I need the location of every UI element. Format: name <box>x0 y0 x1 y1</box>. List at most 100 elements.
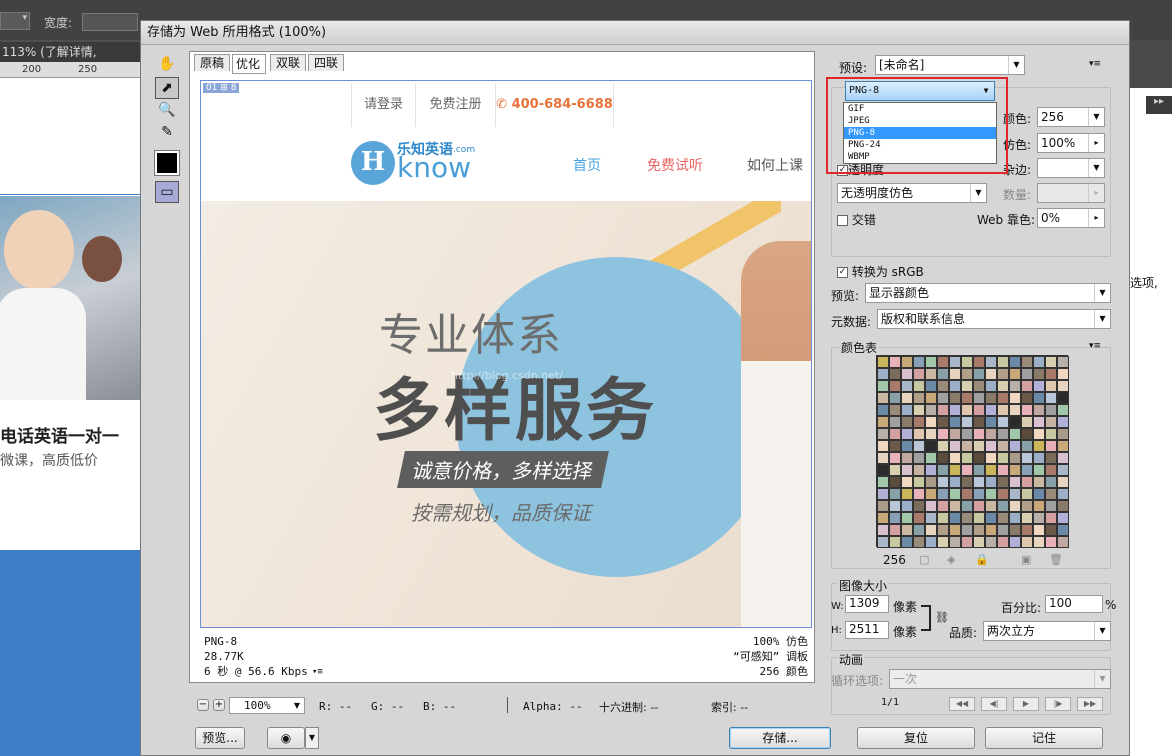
palette-swatch[interactable] <box>985 428 997 440</box>
palette-swatch[interactable] <box>961 464 973 476</box>
palette-swatch[interactable] <box>1057 380 1069 392</box>
palette-swatch[interactable] <box>913 500 925 512</box>
tab-4up[interactable]: 四联 <box>308 54 345 71</box>
palette-swatch[interactable] <box>1021 392 1033 404</box>
palette-swatch[interactable] <box>961 404 973 416</box>
optimized-image-canvas[interactable]: 01 ⊞ 8 请登录 免费注册 ✆ 400-684-6688 H 乐知英语 .c… <box>200 80 812 628</box>
palette-swatch[interactable] <box>973 452 985 464</box>
websnap-input[interactable]: 0% ▸ <box>1037 208 1105 228</box>
palette-swatch[interactable] <box>913 476 925 488</box>
palette-swatch[interactable] <box>1045 380 1057 392</box>
palette-swatch[interactable] <box>1033 368 1045 380</box>
palette-swatch[interactable] <box>985 404 997 416</box>
palette-swatch[interactable] <box>949 500 961 512</box>
palette-swatch[interactable] <box>961 452 973 464</box>
palette-swatch[interactable] <box>1009 488 1021 500</box>
palette-swatch[interactable] <box>973 428 985 440</box>
palette-swatch[interactable] <box>901 416 913 428</box>
palette-swatch[interactable] <box>1009 512 1021 524</box>
palette-swatch[interactable] <box>937 512 949 524</box>
palette-swatch[interactable] <box>901 392 913 404</box>
palette-swatch[interactable] <box>1021 404 1033 416</box>
palette-swatch[interactable] <box>949 392 961 404</box>
palette-swatch[interactable] <box>1009 536 1021 548</box>
palette-swatch[interactable] <box>913 416 925 428</box>
palette-swatch[interactable] <box>877 440 889 452</box>
palette-swatch[interactable] <box>961 512 973 524</box>
palette-swatch[interactable] <box>901 440 913 452</box>
palette-swatch[interactable] <box>997 428 1009 440</box>
new-color-icon[interactable]: ▣ <box>1021 553 1031 566</box>
palette-swatch[interactable] <box>913 404 925 416</box>
palette-swatch[interactable] <box>1045 500 1057 512</box>
palette-swatch[interactable] <box>1021 368 1033 380</box>
palette-swatch[interactable] <box>1033 536 1045 548</box>
chevron-down-icon[interactable]: ▾ <box>0 12 30 30</box>
palette-swatch[interactable] <box>925 500 937 512</box>
palette-swatch[interactable] <box>1057 464 1069 476</box>
quality-select[interactable]: 两次立方 ▼ <box>983 621 1111 641</box>
palette-swatch[interactable] <box>889 368 901 380</box>
palette-swatch[interactable] <box>889 356 901 368</box>
palette-swatch[interactable] <box>997 392 1009 404</box>
preset-select[interactable]: [未命名] ▼ <box>875 55 1025 75</box>
tab-optimized[interactable]: 优化 <box>232 54 267 74</box>
palette-swatch[interactable] <box>949 380 961 392</box>
first-frame-button[interactable]: ◀◀ <box>949 697 975 711</box>
remember-button[interactable]: 记住 <box>985 727 1103 749</box>
palette-swatch[interactable] <box>1033 380 1045 392</box>
palette-swatch[interactable] <box>997 536 1009 548</box>
palette-swatch[interactable] <box>1009 356 1021 368</box>
palette-swatch[interactable] <box>901 380 913 392</box>
palette-swatch[interactable] <box>937 524 949 536</box>
palette-swatch[interactable] <box>1009 416 1021 428</box>
palette-swatch[interactable] <box>1009 464 1021 476</box>
palette-swatch[interactable] <box>997 368 1009 380</box>
palette-swatch[interactable] <box>973 392 985 404</box>
palette-swatch[interactable] <box>877 404 889 416</box>
palette-swatch[interactable] <box>877 488 889 500</box>
palette-swatch[interactable] <box>901 452 913 464</box>
palette-swatch[interactable] <box>877 380 889 392</box>
palette-swatch[interactable] <box>925 416 937 428</box>
palette-swatch[interactable] <box>1057 368 1069 380</box>
palette-swatch[interactable] <box>913 524 925 536</box>
palette-swatch[interactable] <box>901 500 913 512</box>
palette-swatch[interactable] <box>985 380 997 392</box>
palette-swatch[interactable] <box>985 524 997 536</box>
palette-swatch[interactable] <box>889 524 901 536</box>
percent-input[interactable]: 100 <box>1045 595 1103 613</box>
palette-swatch[interactable] <box>877 416 889 428</box>
tab-2up[interactable]: 双联 <box>270 54 307 71</box>
panel-expand-icon[interactable]: ▸▸ <box>1146 96 1172 114</box>
eyedropper-color-swatch[interactable] <box>154 150 180 176</box>
palette-swatch[interactable] <box>1045 368 1057 380</box>
palette-swatch[interactable] <box>1045 512 1057 524</box>
palette-swatch[interactable] <box>877 428 889 440</box>
play-button[interactable]: ▶ <box>1013 697 1039 711</box>
palette-swatch[interactable] <box>985 536 997 548</box>
palette-swatch[interactable] <box>1045 356 1057 368</box>
palette-swatch[interactable] <box>925 440 937 452</box>
palette-swatch[interactable] <box>1045 536 1057 548</box>
palette-swatch[interactable] <box>961 380 973 392</box>
palette-swatch[interactable] <box>1009 428 1021 440</box>
palette-swatch[interactable] <box>1021 428 1033 440</box>
palette-swatch[interactable] <box>985 392 997 404</box>
palette-swatch[interactable] <box>877 536 889 548</box>
palette-swatch[interactable] <box>1033 428 1045 440</box>
palette-swatch[interactable] <box>949 464 961 476</box>
palette-swatch[interactable] <box>1057 524 1069 536</box>
palette-swatch[interactable] <box>973 536 985 548</box>
palette-swatch[interactable] <box>997 452 1009 464</box>
palette-swatch[interactable] <box>901 356 913 368</box>
convert-srgb-checkbox[interactable]: ✓ 转换为 sRGB <box>837 263 924 280</box>
loop-select[interactable]: 一次 ▼ <box>889 669 1111 689</box>
map-transparency-icon[interactable]: ▢ <box>919 553 929 566</box>
palette-swatch[interactable] <box>1009 476 1021 488</box>
palette-swatch[interactable] <box>913 440 925 452</box>
palette-swatch[interactable] <box>1033 404 1045 416</box>
palette-swatch[interactable] <box>901 512 913 524</box>
palette-swatch[interactable] <box>889 464 901 476</box>
palette-swatch[interactable] <box>1009 380 1021 392</box>
